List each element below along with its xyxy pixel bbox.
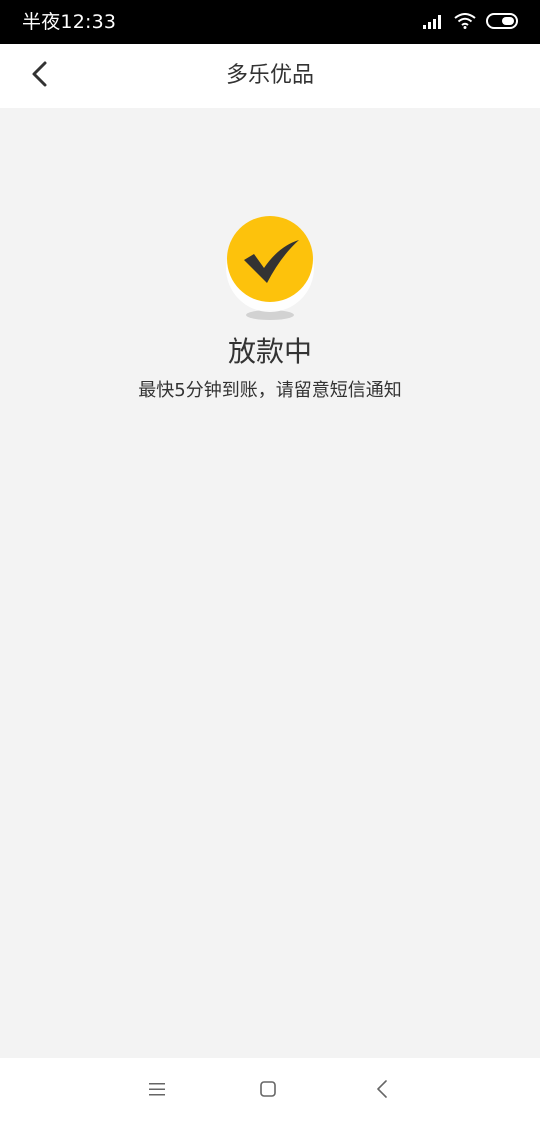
main-content: 放款中 最快5分钟到账，请留意短信通知 <box>0 108 540 1058</box>
signal-icon <box>422 13 444 33</box>
system-back-button[interactable] <box>367 1076 397 1106</box>
status-bar: 半夜12:33 <box>0 0 540 44</box>
status-title: 放款中 <box>227 335 312 368</box>
back-icon <box>375 1079 389 1103</box>
wifi-icon <box>454 13 476 33</box>
status-description: 最快5分钟到账，请留意短信通知 <box>138 380 402 401</box>
menu-button[interactable] <box>142 1076 172 1106</box>
battery-icon <box>486 13 520 33</box>
check-circle <box>227 216 313 302</box>
checkmark-icon <box>244 240 299 283</box>
menu-icon <box>147 1081 167 1101</box>
status-icons <box>422 12 520 34</box>
nav-bar: 多乐优品 <box>0 44 540 108</box>
status-time: 半夜12:33 <box>22 11 117 33</box>
home-icon <box>258 1079 278 1103</box>
chevron-left-icon <box>30 60 50 92</box>
back-button[interactable] <box>22 58 58 94</box>
system-nav-bar <box>0 1058 540 1124</box>
success-illustration <box>222 210 318 326</box>
home-button[interactable] <box>253 1076 283 1106</box>
page-title: 多乐优品 <box>225 63 314 88</box>
